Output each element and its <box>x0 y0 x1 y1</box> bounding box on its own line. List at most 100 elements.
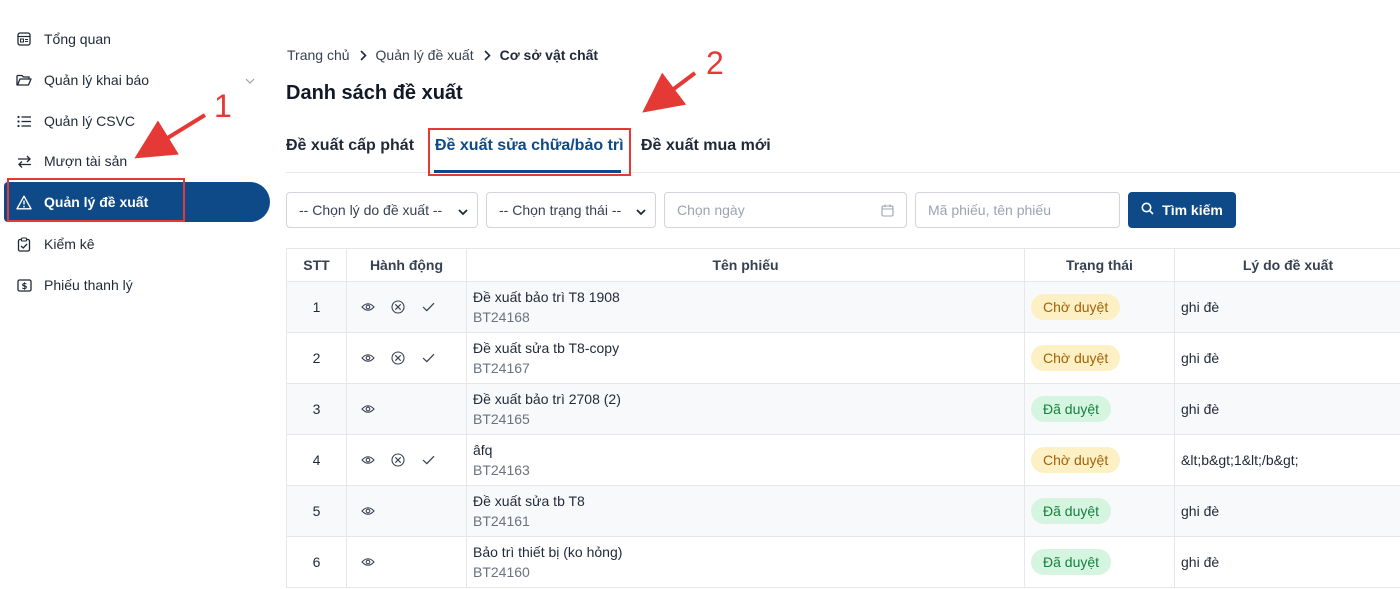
cell-stt: 3 <box>287 384 347 434</box>
cell-name: Đề xuất bảo trì 2708 (2) BT24165 <box>467 384 1025 434</box>
chevron-down-icon <box>457 205 469 217</box>
cell-stt: 1 <box>287 282 347 332</box>
circle-x-icon[interactable] <box>389 298 407 316</box>
eye-icon[interactable] <box>359 451 377 469</box>
sidebar-item-label: Quản lý CSVC <box>44 113 136 129</box>
cell-status: Đã duyệt <box>1025 537 1175 587</box>
sidebar-item-label: Kiểm kê <box>44 236 95 252</box>
annotation-highlight-box-2 <box>428 128 631 176</box>
cell-stt: 6 <box>287 537 347 587</box>
cell-status: Đã duyệt <box>1025 384 1175 434</box>
breadcrumb-current: Cơ sở vật chất <box>499 47 599 63</box>
date-picker-input[interactable]: Chọn ngày <box>664 192 907 228</box>
table-header: STT Hành động Tên phiếu Trạng thái Lý do… <box>287 249 1400 282</box>
clipboard-check-icon <box>16 236 32 252</box>
circle-x-icon[interactable] <box>389 349 407 367</box>
cell-status: Chờ duyệt <box>1025 333 1175 383</box>
chevron-down-icon <box>635 205 647 217</box>
eye-icon[interactable] <box>359 298 377 316</box>
sidebar-item-label: Tổng quan <box>44 31 111 47</box>
column-header-actions: Hành động <box>347 249 467 281</box>
proposal-table: STT Hành động Tên phiếu Trạng thái Lý do… <box>286 248 1400 588</box>
status-badge: Chờ duyệt <box>1031 447 1121 473</box>
sidebar-item-label: Phiếu thanh lý <box>44 277 133 293</box>
proposal-code: BT24165 <box>473 411 530 427</box>
table-row[interactable]: 1 Đề xuất bảo trì T8 1908 BT24168 Chờ duyệt… <box>287 282 1400 333</box>
table-row[interactable]: 3 Đề xuất bảo trì 2708 (2) BT24165 Đã duyệt… <box>287 384 1400 435</box>
chevron-down-icon[interactable] <box>244 74 256 86</box>
receipt-dollar-icon: $ <box>16 277 32 293</box>
cell-name: Đề xuất sửa tb T8 BT24161 <box>467 486 1025 536</box>
eye-icon[interactable] <box>359 349 377 367</box>
cell-reason: ghi đè <box>1181 503 1220 519</box>
cell-name: Đề xuất sửa tb T8-copy BT24167 <box>467 333 1025 383</box>
breadcrumb-home-link[interactable]: Trang chủ <box>287 47 350 63</box>
column-header-reason: Lý do đề xuất <box>1242 257 1334 273</box>
cell-reason: ghi đè <box>1181 554 1220 570</box>
search-button[interactable]: Tìm kiếm <box>1128 192 1236 228</box>
page-title: Danh sách đề xuất <box>286 82 463 104</box>
list-icon <box>16 113 32 129</box>
proposal-name[interactable]: Bảo trì thiết bị (ko hỏng) <box>473 542 622 562</box>
table-body: 1 Đề xuất bảo trì T8 1908 BT24168 Chờ duyệt… <box>287 282 1400 588</box>
tab-de-xuat-cap-phat[interactable]: Đề xuất cấp phát <box>286 137 414 155</box>
table-row[interactable]: 6 Bảo trì thiết bị (ko hỏng) BT24160 Đã duy… <box>287 537 1400 588</box>
cell-stt: 2 <box>287 333 347 383</box>
breadcrumb-parent-link[interactable]: Quản lý đề xuất <box>376 47 474 63</box>
eye-icon[interactable] <box>359 400 377 418</box>
breadcrumb: Trang chủ Quản lý đề xuất Cơ sở vật chất <box>287 46 598 64</box>
reason-select[interactable]: -- Chọn lý do đề xuất -- <box>286 192 478 228</box>
sidebar-item-label: Mượn tài sản <box>44 153 128 169</box>
table-row[interactable]: 2 Đề xuất sửa tb T8-copy BT24167 Chờ duyệt g… <box>287 333 1400 384</box>
proposal-name[interactable]: Đề xuất sửa tb T8-copy <box>473 338 619 358</box>
cell-actions <box>347 435 467 485</box>
proposal-code: BT24160 <box>473 564 530 580</box>
cell-name: Đề xuất bảo trì T8 1908 BT24168 <box>467 282 1025 332</box>
column-header-stt: STT <box>287 249 347 281</box>
eye-icon[interactable] <box>359 553 377 571</box>
proposal-code: BT24161 <box>473 513 530 529</box>
cell-name: Bảo trì thiết bị (ko hỏng) BT24160 <box>467 537 1025 587</box>
circle-x-icon[interactable] <box>389 451 407 469</box>
search-button-label: Tìm kiếm <box>1162 202 1223 218</box>
cell-actions <box>347 384 467 434</box>
proposal-code: BT24168 <box>473 309 530 325</box>
cell-status: Đã duyệt <box>1025 486 1175 536</box>
calendar-icon[interactable] <box>881 204 894 217</box>
cell-actions <box>347 333 467 383</box>
column-header-status: Trạng thái <box>1025 249 1175 281</box>
cell-stt: 5 <box>287 486 347 536</box>
proposal-name[interactable]: âfq <box>473 440 492 460</box>
proposal-code: BT24167 <box>473 360 530 376</box>
check-icon[interactable] <box>419 451 437 469</box>
annotation-number-2: 2 <box>706 45 724 81</box>
cell-actions <box>347 486 467 536</box>
cell-reason: ghi đè <box>1181 401 1220 417</box>
proposal-name[interactable]: Đề xuất sửa tb T8 <box>473 491 585 511</box>
cell-name: âfq BT24163 <box>467 435 1025 485</box>
cell-status: Chờ duyệt <box>1025 435 1175 485</box>
status-badge: Chờ duyệt <box>1031 345 1121 371</box>
proposal-code: BT24163 <box>473 462 530 478</box>
search-icon <box>1141 202 1154 218</box>
tab-de-xuat-mua-moi[interactable]: Đề xuất mua mới <box>641 137 771 155</box>
proposal-name[interactable]: Đề xuất bảo trì 2708 (2) <box>473 389 621 409</box>
search-input[interactable]: Mã phiếu, tên phiếu <box>915 192 1120 228</box>
check-icon[interactable] <box>419 349 437 367</box>
table-row[interactable]: 4 âfq BT24163 Chờ duyệt &lt;b&gt;1&lt;/b&gt; <box>287 435 1400 486</box>
cell-reason: ghi đè <box>1181 350 1220 366</box>
check-icon[interactable] <box>419 298 437 316</box>
reason-select-value: -- Chọn lý do đề xuất -- <box>299 202 443 218</box>
status-select[interactable]: -- Chọn trạng thái -- <box>486 192 656 228</box>
status-badge: Đã duyệt <box>1031 549 1112 575</box>
status-badge: Chờ duyệt <box>1031 294 1121 320</box>
folder-open-icon <box>16 72 32 88</box>
eye-icon[interactable] <box>359 502 377 520</box>
chevron-right-icon <box>483 49 491 61</box>
table-row[interactable]: 5 Đề xuất sửa tb T8 BT24161 Đã duyệt ghi đè <box>287 486 1400 537</box>
cell-status: Chờ duyệt <box>1025 282 1175 332</box>
proposal-name[interactable]: Đề xuất bảo trì T8 1908 <box>473 287 620 307</box>
svg-text:$: $ <box>21 281 27 291</box>
status-select-value: -- Chọn trạng thái -- <box>499 202 622 218</box>
annotation-number-1: 1 <box>214 88 232 124</box>
